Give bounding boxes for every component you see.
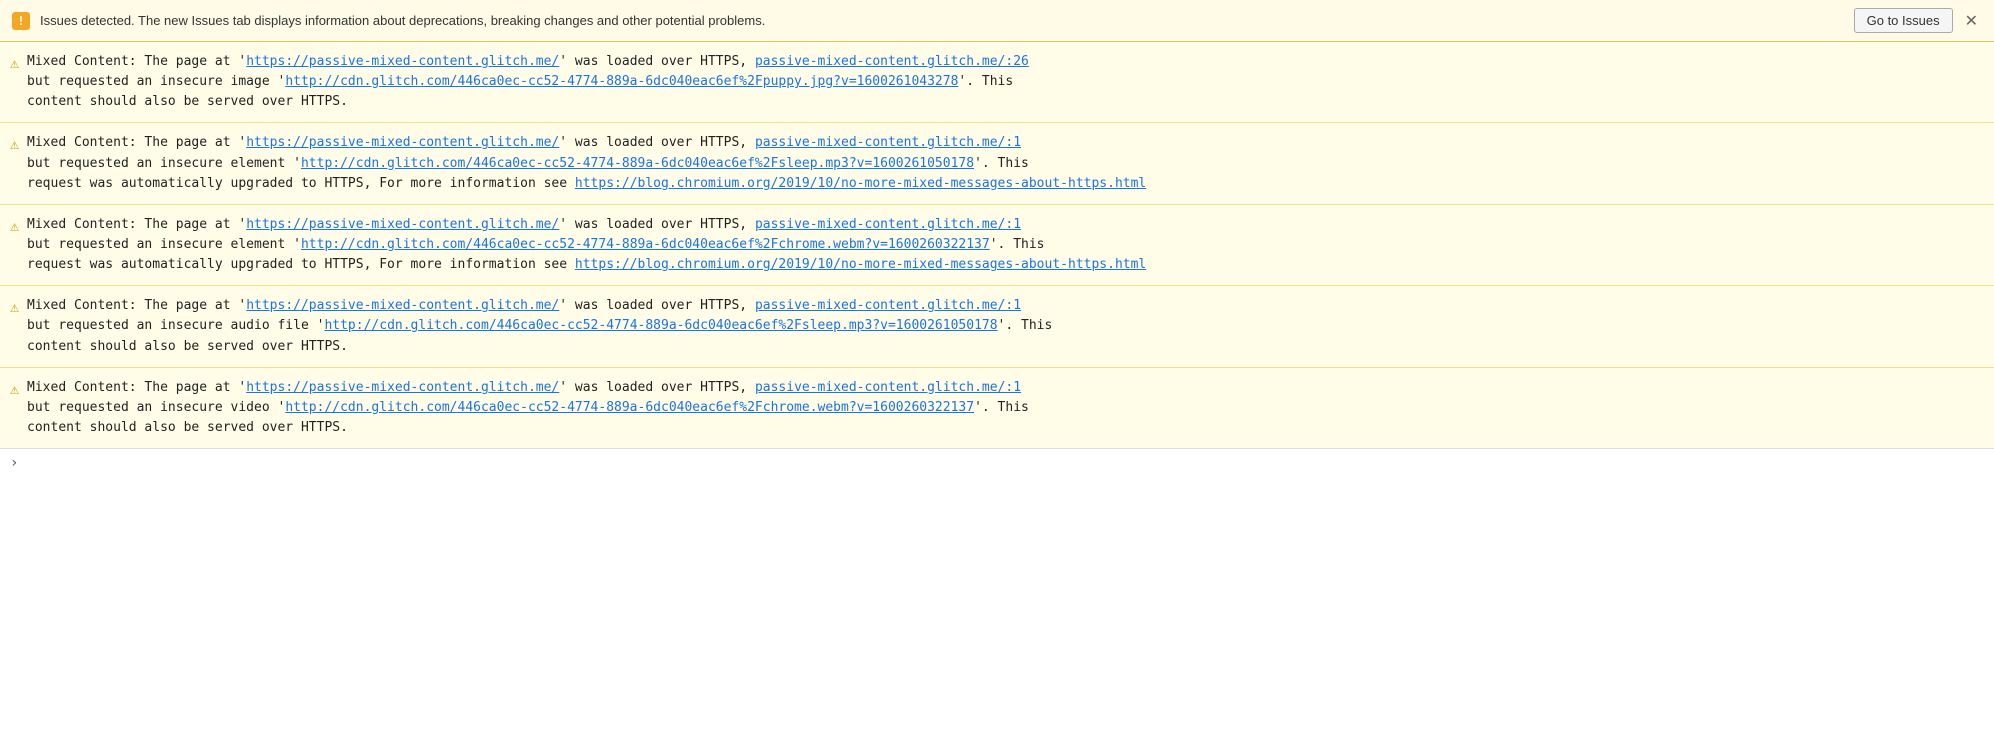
warning-icon: ! (12, 12, 30, 30)
message-row: ⚠ Mixed Content: The page at 'https://pas… (0, 42, 1994, 123)
log-link[interactable]: passive-mixed-content.glitch.me/:1 (755, 217, 1021, 232)
message-row: ⚠ Mixed Content: The page at 'https://pas… (0, 286, 1994, 367)
log-link[interactable]: http://cdn.glitch.com/446ca0ec-cc52-4774… (285, 74, 958, 89)
log-link[interactable]: passive-mixed-content.glitch.me/:26 (755, 54, 1029, 69)
banner-text: Issues detected. The new Issues tab disp… (40, 13, 765, 28)
log-link[interactable]: https://passive-mixed-content.glitch.me/ (246, 54, 559, 69)
go-to-issues-button[interactable]: Go to Issues (1854, 8, 1953, 33)
close-button[interactable]: ✕ (1961, 9, 1982, 33)
warning-triangle-icon: ⚠ (10, 135, 19, 153)
log-link[interactable]: https://passive-mixed-content.glitch.me/ (246, 217, 559, 232)
log-link[interactable]: passive-mixed-content.glitch.me/:1 (755, 298, 1021, 313)
warning-triangle-icon: ⚠ (10, 54, 19, 72)
message-content: Mixed Content: The page at 'https://pass… (27, 296, 1980, 356)
banner-left: ! Issues detected. The new Issues tab di… (12, 12, 765, 30)
message-content: Mixed Content: The page at 'https://pass… (27, 378, 1980, 438)
warning-triangle-icon: ⚠ (10, 298, 19, 316)
log-link[interactable]: passive-mixed-content.glitch.me/:1 (755, 135, 1021, 150)
log-link[interactable]: https://passive-mixed-content.glitch.me/ (246, 298, 559, 313)
log-link[interactable]: http://cdn.glitch.com/446ca0ec-cc52-4774… (324, 318, 997, 333)
log-link[interactable]: passive-mixed-content.glitch.me/:1 (755, 380, 1021, 395)
warning-triangle-icon: ⚠ (10, 217, 19, 235)
bottom-bar: › (0, 448, 1994, 477)
log-link[interactable]: https://passive-mixed-content.glitch.me/ (246, 135, 559, 150)
log-link[interactable]: https://blog.chromium.org/2019/10/no-mor… (575, 176, 1146, 191)
messages-area: ⚠ Mixed Content: The page at 'https://pas… (0, 42, 1994, 448)
log-link[interactable]: https://blog.chromium.org/2019/10/no-mor… (575, 257, 1146, 272)
message-content: Mixed Content: The page at 'https://pass… (27, 52, 1980, 112)
log-link[interactable]: http://cdn.glitch.com/446ca0ec-cc52-4774… (301, 237, 990, 252)
message-content: Mixed Content: The page at 'https://pass… (27, 133, 1980, 193)
message-row: ⚠ Mixed Content: The page at 'https://pas… (0, 205, 1994, 286)
message-row: ⚠ Mixed Content: The page at 'https://pas… (0, 368, 1994, 448)
message-content: Mixed Content: The page at 'https://pass… (27, 215, 1980, 275)
log-link[interactable]: http://cdn.glitch.com/446ca0ec-cc52-4774… (301, 156, 974, 171)
warning-triangle-icon: ⚠ (10, 380, 19, 398)
log-link[interactable]: http://cdn.glitch.com/446ca0ec-cc52-4774… (285, 400, 974, 415)
top-banner: ! Issues detected. The new Issues tab di… (0, 0, 1994, 42)
banner-right: Go to Issues ✕ (1854, 8, 1982, 33)
log-link[interactable]: https://passive-mixed-content.glitch.me/ (246, 380, 559, 395)
chevron-right-icon[interactable]: › (10, 455, 18, 471)
message-row: ⚠ Mixed Content: The page at 'https://pas… (0, 123, 1994, 204)
